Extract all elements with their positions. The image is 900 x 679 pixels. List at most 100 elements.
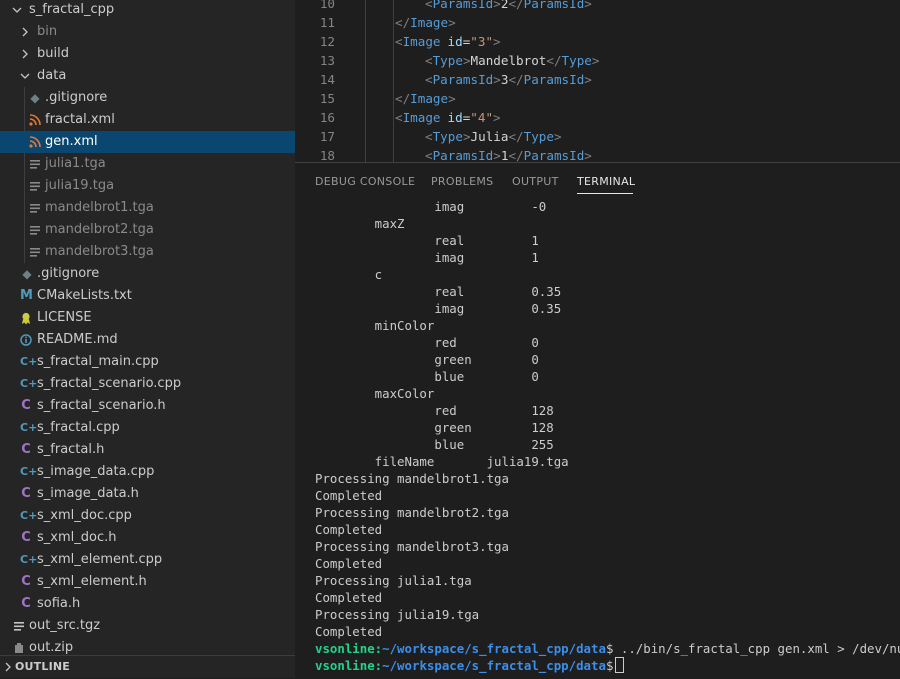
code-line: <Type>Julia</Type> <box>425 127 562 146</box>
terminal-line: green 128 <box>315 420 554 435</box>
outline-section-header[interactable]: OUTLINE <box>0 655 295 678</box>
xml-close: > <box>493 110 501 125</box>
file-item[interactable]: out_src.tgz <box>0 615 295 637</box>
tab-debug-console[interactable]: DEBUG CONSOLE <box>315 175 415 188</box>
cpp-icon: C+ <box>20 465 38 478</box>
terminal-line: imag -0 <box>315 199 547 214</box>
indent-guide <box>393 0 394 162</box>
prompt-path: ~/workspace/s_fractal_cpp/data <box>382 641 606 656</box>
file-label: s_fractal.h <box>37 442 105 457</box>
file-item[interactable]: M CMakeLists.txt <box>0 285 295 307</box>
zip-icon <box>13 642 25 654</box>
c-header-icon: C <box>21 442 31 457</box>
line-number: 12 <box>319 34 335 49</box>
file-item[interactable]: ◆ .gitignore <box>0 87 295 109</box>
file-label: s_xml_element.cpp <box>37 552 163 567</box>
xml-open: < <box>425 129 433 144</box>
file-item[interactable]: julia19.tga <box>0 175 295 197</box>
file-item[interactable]: LICENSE <box>0 307 295 329</box>
xml-open: < <box>425 0 433 11</box>
xml-end-tag: Image <box>410 91 449 106</box>
xml-tag: Type <box>432 129 463 144</box>
file-item-selected[interactable]: gen.xml <box>0 131 295 153</box>
xml-end-open: </ <box>395 91 411 106</box>
line-number: 16 <box>319 110 335 125</box>
cmake-icon: M <box>20 288 33 303</box>
xml-end-close: > <box>584 0 592 11</box>
file-label: LICENSE <box>37 310 92 325</box>
file-label: sofia.h <box>37 596 81 611</box>
file-label: gen.xml <box>45 134 98 149</box>
git-icon: ◆ <box>22 267 32 281</box>
xml-end-close: > <box>448 91 456 106</box>
folder-data[interactable]: data <box>0 65 295 87</box>
file-item[interactable]: C+ s_fractal.cpp <box>0 417 295 439</box>
file-item[interactable]: C+ s_xml_element.cpp <box>0 549 295 571</box>
active-tab-indicator <box>577 193 633 194</box>
line-number: 17 <box>319 129 335 144</box>
c-header-icon: C <box>21 596 31 611</box>
xml-open: < <box>395 110 403 125</box>
folder-root[interactable]: s_fractal_cpp <box>0 0 295 21</box>
file-label: mandelbrot3.tga <box>45 244 154 259</box>
file-item[interactable]: C s_fractal.h <box>0 439 295 461</box>
file-item[interactable]: mandelbrot2.tga <box>0 219 295 241</box>
file-label: s_xml_doc.cpp <box>37 508 132 523</box>
xml-val: "4" <box>470 110 494 125</box>
file-label: s_image_data.cpp <box>37 464 155 479</box>
chevron-right-icon <box>3 662 13 672</box>
terminal-prompt-line-active[interactable]: vsonline:~/workspace/s_fractal_cpp/data$ <box>315 657 625 674</box>
c-header-icon: C <box>21 486 31 501</box>
file-item[interactable]: C s_image_data.h <box>0 483 295 505</box>
cpp-icon: C+ <box>20 553 38 566</box>
file-item[interactable]: C+ s_fractal_scenario.cpp <box>0 373 295 395</box>
file-item[interactable]: fractal.xml <box>0 109 295 131</box>
terminal-line: fileName julia19.tga <box>315 454 569 469</box>
file-item[interactable]: C sofia.h <box>0 593 295 615</box>
xml-open: < <box>425 53 433 68</box>
terminal-line: real 0.35 <box>315 284 562 299</box>
file-item[interactable]: C s_xml_element.h <box>0 571 295 593</box>
tab-output[interactable]: OUTPUT <box>512 175 559 188</box>
file-item[interactable]: julia1.tga <box>0 153 295 175</box>
file-item[interactable]: C s_fractal_scenario.h <box>0 395 295 417</box>
file-item[interactable]: README.md <box>0 329 295 351</box>
xml-tag: Type <box>432 53 463 68</box>
folder-build[interactable]: build <box>0 43 295 65</box>
folder-bin[interactable]: bin <box>0 21 295 43</box>
tab-terminal[interactable]: TERMINAL <box>577 175 635 188</box>
file-item[interactable]: mandelbrot3.tga <box>0 241 295 263</box>
code-line: <Type>Mandelbrot</Type> <box>425 51 599 70</box>
terminal-line: red 0 <box>315 335 539 350</box>
line-number: 18 <box>319 148 335 162</box>
code-line: </Image> <box>395 89 456 108</box>
file-label: s_xml_element.h <box>37 574 147 589</box>
file-item[interactable]: C+ s_image_data.cpp <box>0 461 295 483</box>
file-item[interactable]: C s_xml_doc.h <box>0 527 295 549</box>
file-item[interactable]: mandelbrot1.tga <box>0 197 295 219</box>
xml-text: Mandelbrot <box>470 53 547 68</box>
file-item[interactable]: C+ s_xml_doc.cpp <box>0 505 295 527</box>
xml-end-tag: ParamsId <box>523 148 585 162</box>
xml-end-close: > <box>584 72 592 87</box>
xml-text: Julia <box>470 129 509 144</box>
xml-open: < <box>395 34 403 49</box>
file-label: mandelbrot2.tga <box>45 222 154 237</box>
tab-problems[interactable]: PROBLEMS <box>431 175 493 188</box>
xml-end-tag: Image <box>410 15 449 30</box>
prompt-path: ~/workspace/s_fractal_cpp/data <box>382 658 606 673</box>
license-icon <box>20 312 32 325</box>
xml-close: > <box>462 129 471 144</box>
line-number: 14 <box>319 72 335 87</box>
xml-end-close: > <box>448 15 456 30</box>
folder-label: build <box>37 46 69 61</box>
file-item[interactable]: C+ s_fractal_main.cpp <box>0 351 295 373</box>
prompt-user: vsonline: <box>315 641 383 656</box>
xml-val: "3" <box>470 34 494 49</box>
file-label: .gitignore <box>37 266 100 281</box>
xml-tag: ParamsId <box>432 0 494 11</box>
code-editor[interactable]: 10 <ParamsId>2</ParamsId> 11 </Image> 12 <Ima… <box>295 0 900 162</box>
cpp-icon: C+ <box>20 509 38 522</box>
code-line: <Image id="4"> <box>395 108 501 127</box>
file-item[interactable]: ◆ .gitignore <box>0 263 295 285</box>
